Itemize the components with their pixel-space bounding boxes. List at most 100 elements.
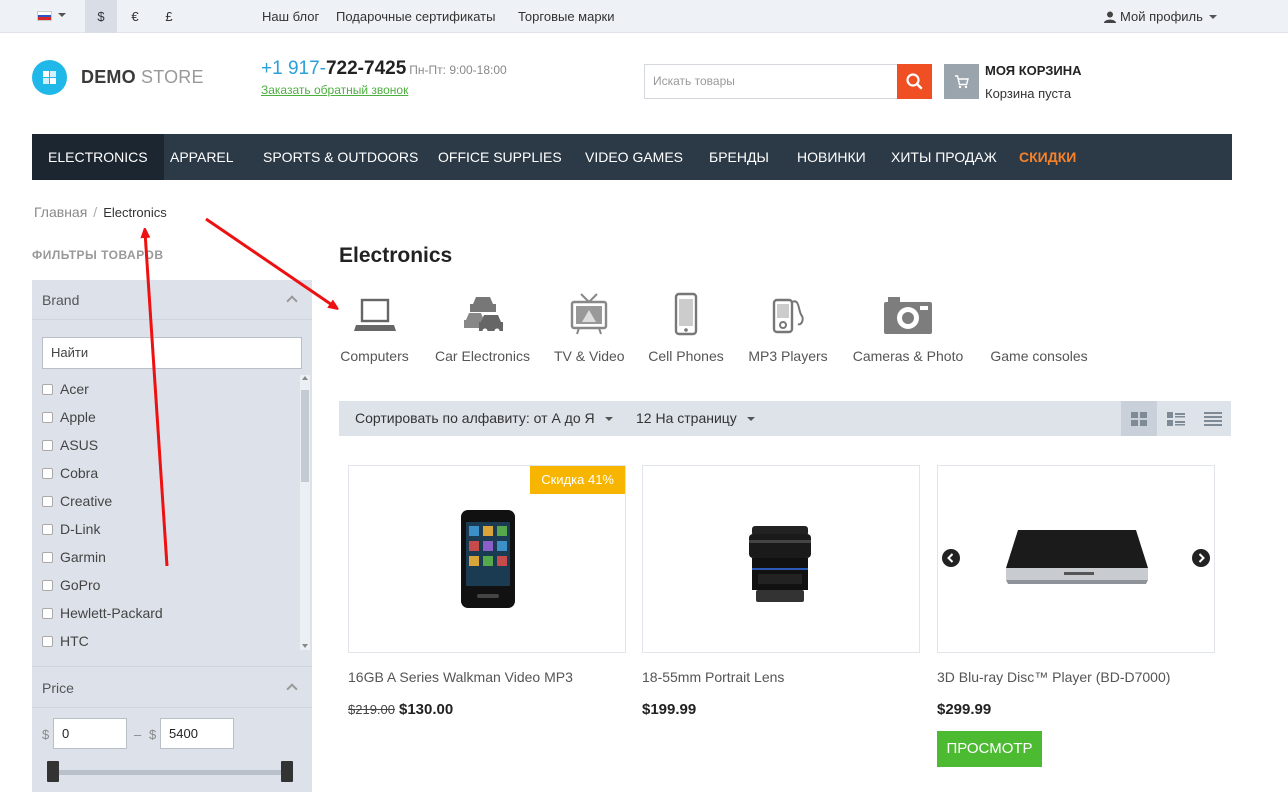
price-max-input[interactable]: 5400 [160,718,234,749]
breadcrumb-separator: / [93,204,98,220]
brand-option[interactable]: Apple [42,403,300,431]
product-card[interactable]: Скидка 41% [348,465,626,653]
checkbox[interactable] [42,384,53,395]
brand-option[interactable]: Cobra [42,459,300,487]
checkbox[interactable] [42,524,53,535]
list-view-button[interactable] [1158,401,1194,436]
checkbox[interactable] [42,412,53,423]
blog-link[interactable]: Наш блог [262,0,319,33]
category-mp3-players[interactable]: MP3 Players [748,288,828,364]
profile-menu[interactable]: Мой профиль [1104,0,1217,33]
nav-video-games[interactable]: VIDEO GAMES [569,134,699,180]
carousel-prev-button[interactable] [942,549,960,567]
nav-sports-outdoors[interactable]: SPORTS & OUTDOORS [247,134,434,180]
scroll-up-icon[interactable] [302,376,308,380]
currency-eur[interactable]: € [119,0,151,33]
profile-label: Мой профиль [1120,9,1203,24]
price-slider-max-handle[interactable] [281,761,293,782]
working-hours: Пн-Пт: 9:00-18:00 [409,63,507,77]
search-button[interactable] [897,64,932,99]
checkbox[interactable] [42,580,53,591]
currency-gbp[interactable]: £ [153,0,185,33]
price-slider-min-handle[interactable] [47,761,59,782]
product-name[interactable]: 16GB A Series Walkman Video MP3 [348,669,573,685]
chevron-up-icon[interactable] [286,683,298,695]
discount-badge: Скидка 41% [530,466,625,494]
category-label: TV & Video [554,348,625,364]
checkbox[interactable] [42,608,53,619]
divider [32,666,312,667]
price-facet-heading[interactable]: Price [42,680,74,696]
logo-icon[interactable] [32,60,67,95]
product-name[interactable]: 3D Blu-ray Disc™ Player (BD-D7000) [937,669,1170,685]
price-min-input[interactable]: 0 [53,718,127,749]
nav-new[interactable]: НОВИНКИ [781,134,882,180]
category-cell-phones[interactable]: Cell Phones [648,288,724,364]
category-computers[interactable]: Computers [338,288,411,364]
product-price: $199.99 [642,701,697,718]
logo-text[interactable]: DEMO STORE [81,67,204,88]
current-price: $130.00 [399,701,454,718]
chevron-left-icon [947,553,954,563]
gift-cards-link[interactable]: Подарочные сертификаты [336,0,495,33]
brands-link[interactable]: Торговые марки [518,0,615,33]
product-card[interactable] [642,465,920,653]
checkbox[interactable] [42,552,53,563]
checkbox[interactable] [42,468,53,479]
carousel-next-button[interactable] [1192,549,1210,567]
chevron-up-icon[interactable] [286,295,298,307]
category-cameras-photo[interactable]: Cameras & Photo [851,288,965,364]
callback-link[interactable]: Заказать обратный звонок [261,83,408,97]
compact-view-button[interactable] [1195,401,1231,436]
nav-office-supplies[interactable]: OFFICE SUPPLIES [422,134,578,180]
sort-dropdown[interactable]: Сортировать по алфавиту: от А до Я [355,401,613,436]
category-tv-video[interactable]: TV & Video [554,288,625,364]
category-car-electronics[interactable]: Car Electronics [434,288,531,364]
divider [32,319,312,320]
brand-option[interactable]: Creative [42,487,300,515]
checkbox[interactable] [42,636,53,647]
nav-electronics[interactable]: ELECTRONICS [32,134,164,180]
phone-number: +1 917-722-7425 Пн-Пт: 9:00-18:00 [261,58,507,80]
chevron-down-icon[interactable] [58,13,66,17]
search-input[interactable]: Искать товары [644,64,898,99]
scroll-down-icon[interactable] [302,644,308,648]
per-page-dropdown[interactable]: 12 На страницу [636,401,755,436]
chevron-down-icon [604,417,613,421]
nav-brands[interactable]: БРЕНДЫ [693,134,785,180]
brand-list-scrollbar[interactable] [300,375,310,650]
category-game-consoles[interactable]: Game consoles [989,288,1089,364]
tv-icon [570,293,608,335]
brand-option[interactable]: D-Link [42,515,300,543]
brand-facet-heading[interactable]: Brand [42,292,79,308]
cart-status: Корзина пуста [985,86,1072,101]
checkbox[interactable] [42,496,53,507]
cart-button[interactable] [944,64,979,99]
flag-ru-icon[interactable] [37,11,52,21]
brand-option[interactable]: GoPro [42,571,300,599]
brand-label: Creative [60,493,113,509]
breadcrumb-home[interactable]: Главная [34,204,87,220]
currency-usd[interactable]: $ [85,0,117,33]
top-bar: $ € £ Наш блог Подарочные сертификаты То… [0,0,1288,33]
nav-sale[interactable]: СКИДКИ [1003,134,1092,180]
nav-apparel[interactable]: APPAREL [154,134,250,180]
cart-title[interactable]: МОЯ КОРЗИНА [985,63,1082,78]
category-label: Cell Phones [648,348,724,364]
brand-option[interactable]: Hewlett-Packard [42,599,300,627]
grid-view-button[interactable] [1121,401,1157,436]
view-product-button[interactable]: ПРОСМОТР [937,731,1042,767]
brand-search-input[interactable]: Найти [42,337,302,369]
brand-option[interactable]: HTC [42,627,300,650]
brand-option[interactable]: Acer [42,375,300,403]
filters-title: ФИЛЬТРЫ ТОВАРОВ [32,248,164,262]
price-slider-track[interactable] [50,770,288,775]
phone-digits: 722-7425 [325,58,407,79]
scrollbar-thumb[interactable] [301,390,309,482]
product-card[interactable] [937,465,1215,653]
brand-option[interactable]: ASUS [42,431,300,459]
nav-bestsellers[interactable]: ХИТЫ ПРОДАЖ [875,134,1013,180]
checkbox[interactable] [42,440,53,451]
product-name[interactable]: 18-55mm Portrait Lens [642,669,784,685]
brand-option[interactable]: Garmin [42,543,300,571]
